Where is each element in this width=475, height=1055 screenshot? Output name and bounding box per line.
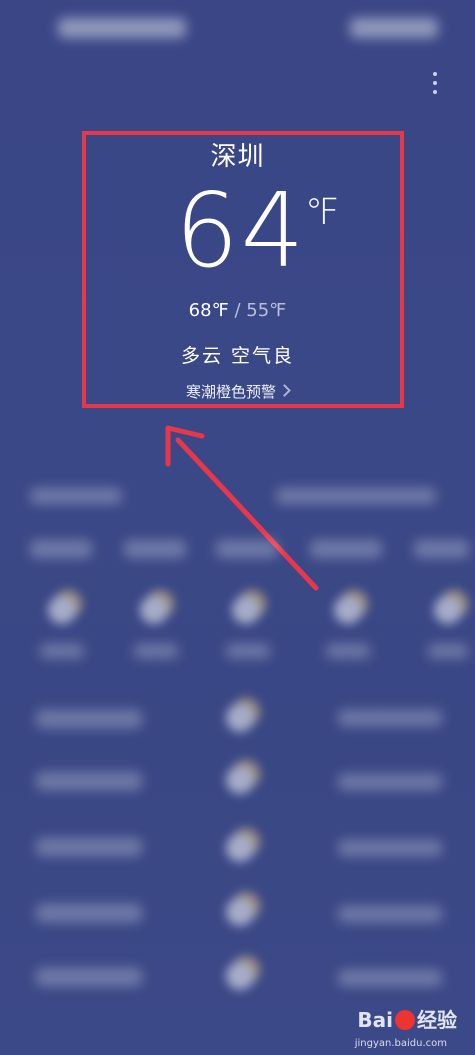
watermark-logo: Bai 经验 (357, 1004, 457, 1033)
status-bar-left (58, 18, 186, 38)
condition-line: 多云 空气良 (0, 341, 475, 368)
temperature-unit: ℉ (305, 192, 340, 233)
current-temperature: 64 (175, 170, 307, 291)
city-name[interactable]: 深圳 (0, 136, 475, 173)
weather-condition: 多云 (180, 345, 223, 367)
range-separator: / (234, 300, 241, 321)
watermark-url: jingyan.baidu.com (354, 1038, 447, 1049)
watermark-brand: Bai (357, 1008, 393, 1032)
watermark-suffix: 经验 (417, 1008, 457, 1032)
temp-range: 68℉ / 55℉ (0, 300, 475, 321)
alert-text: 寒潮橙色预警 (185, 383, 276, 401)
more-menu-icon[interactable] (430, 72, 440, 100)
low-temp: 55℉ (246, 300, 287, 321)
high-temp: 68℉ (188, 300, 229, 321)
air-quality: 空气良 (231, 345, 295, 367)
weather-alert-link[interactable]: 寒潮橙色预警 (0, 381, 475, 402)
chevron-right-icon (278, 384, 291, 397)
status-bar-right (350, 18, 438, 38)
paw-icon (395, 1010, 415, 1030)
